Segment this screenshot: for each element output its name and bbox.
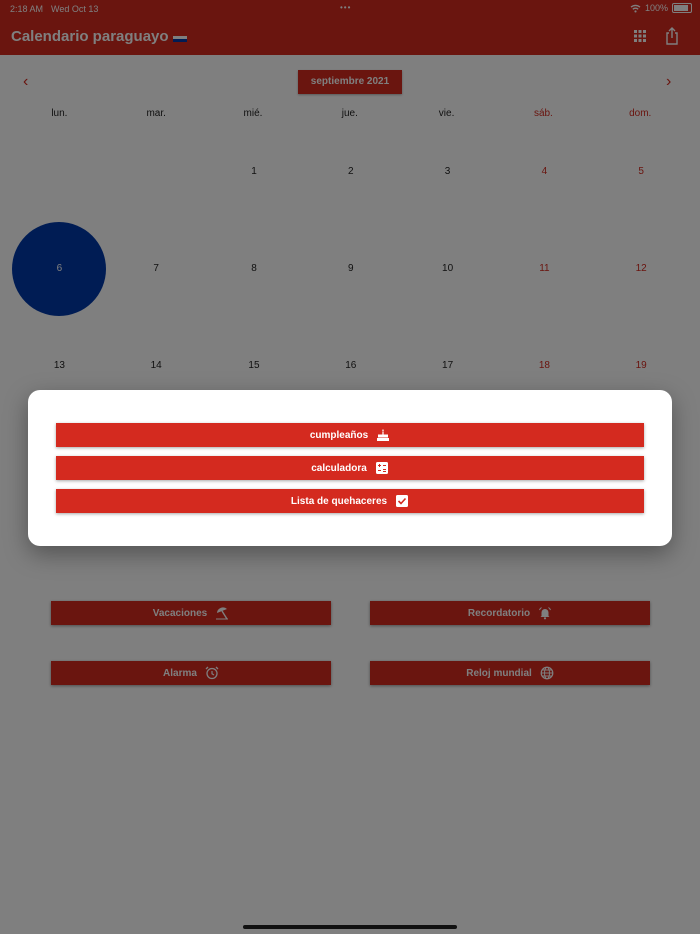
calculadora-button[interactable]: calculadora [56, 456, 644, 480]
checkbox-checked-icon [396, 495, 409, 507]
cumpleanos-label: cumpleaños [309, 429, 369, 441]
home-indicator[interactable] [243, 925, 457, 929]
lista-quehaceres-label: Lista de quehaceres [290, 495, 388, 507]
cumpleanos-button[interactable]: cumpleaños [56, 423, 644, 447]
calendar-screen: 2:18 AM Wed Oct 13 ••• 100% Calendario p… [0, 0, 700, 934]
birthday-cake-icon [377, 429, 390, 441]
tools-dialog: cumpleaños calculadora Lista de quehacer… [28, 390, 672, 546]
calculadora-label: calculadora [311, 462, 367, 474]
calculator-icon [375, 462, 388, 474]
lista-quehaceres-button[interactable]: Lista de quehaceres [56, 489, 644, 513]
